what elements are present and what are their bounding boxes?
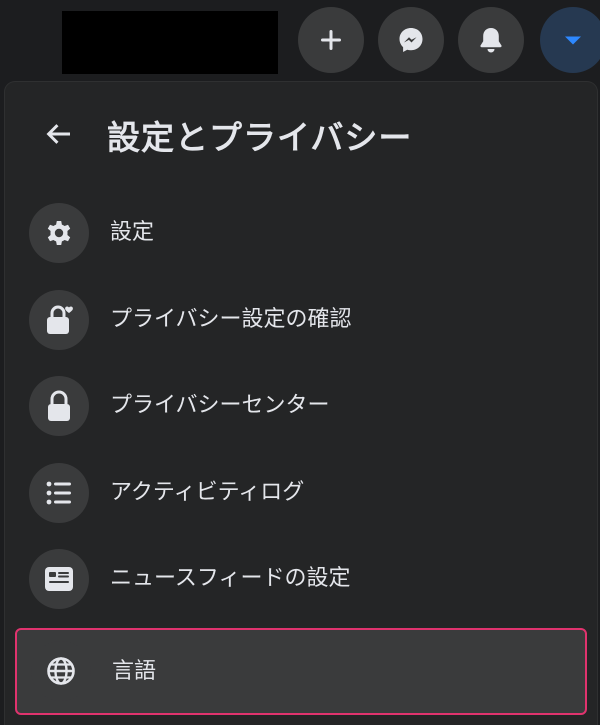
menu-item-privacy-center[interactable]: プライバシーセンター [15,367,585,445]
menu-item-label: プライバシー設定の確認 [110,307,352,332]
plus-icon [321,30,341,50]
menu-item-label: 設定 [110,220,155,245]
icon-container [29,463,89,523]
globe-icon [47,657,75,685]
menu-item-label: プライバシーセンター [110,393,330,418]
back-button[interactable] [35,110,83,158]
menu-item-settings[interactable]: 設定 [15,194,585,272]
menu-item-privacy-checkup[interactable]: プライバシー設定の確認 [15,281,585,359]
create-button[interactable] [298,7,364,73]
menu-item-label: 言語 [112,659,157,684]
menu-item-activity-log[interactable]: アクティビティログ [15,454,585,532]
icon-container [29,549,89,609]
lock-heart-icon [47,305,73,334]
caret-down-icon [565,36,581,45]
icon-container [29,376,89,436]
menu-item-news-feed-preferences[interactable]: ニュースフィードの設定 [15,540,585,618]
menu-item-language[interactable]: 言語 [15,628,587,715]
icon-container [29,290,89,350]
menu-item-label: ニュースフィードの設定 [110,566,351,591]
list-icon [46,481,71,505]
icon-container [29,203,89,263]
bell-icon [480,28,502,53]
panel-header: 設定とプライバシー [5,82,597,192]
gear-icon [47,221,71,245]
settings-privacy-panel: 設定とプライバシー 設定 プライバシー設定の確認 プライバシーセンター アクティ… [5,82,597,725]
account-menu-button[interactable] [540,7,600,73]
back-arrow-icon [46,124,70,144]
redacted-area [62,11,278,74]
menu-item-label: アクティビティログ [110,480,305,505]
lock-icon [48,390,70,421]
icon-container [31,641,91,701]
news-feed-icon [45,567,73,591]
messenger-icon [399,28,423,52]
notifications-button[interactable] [458,7,524,73]
panel-title: 設定とプライバシー [107,118,413,157]
messenger-button[interactable] [378,7,444,73]
top-navigation-bar [0,0,600,80]
